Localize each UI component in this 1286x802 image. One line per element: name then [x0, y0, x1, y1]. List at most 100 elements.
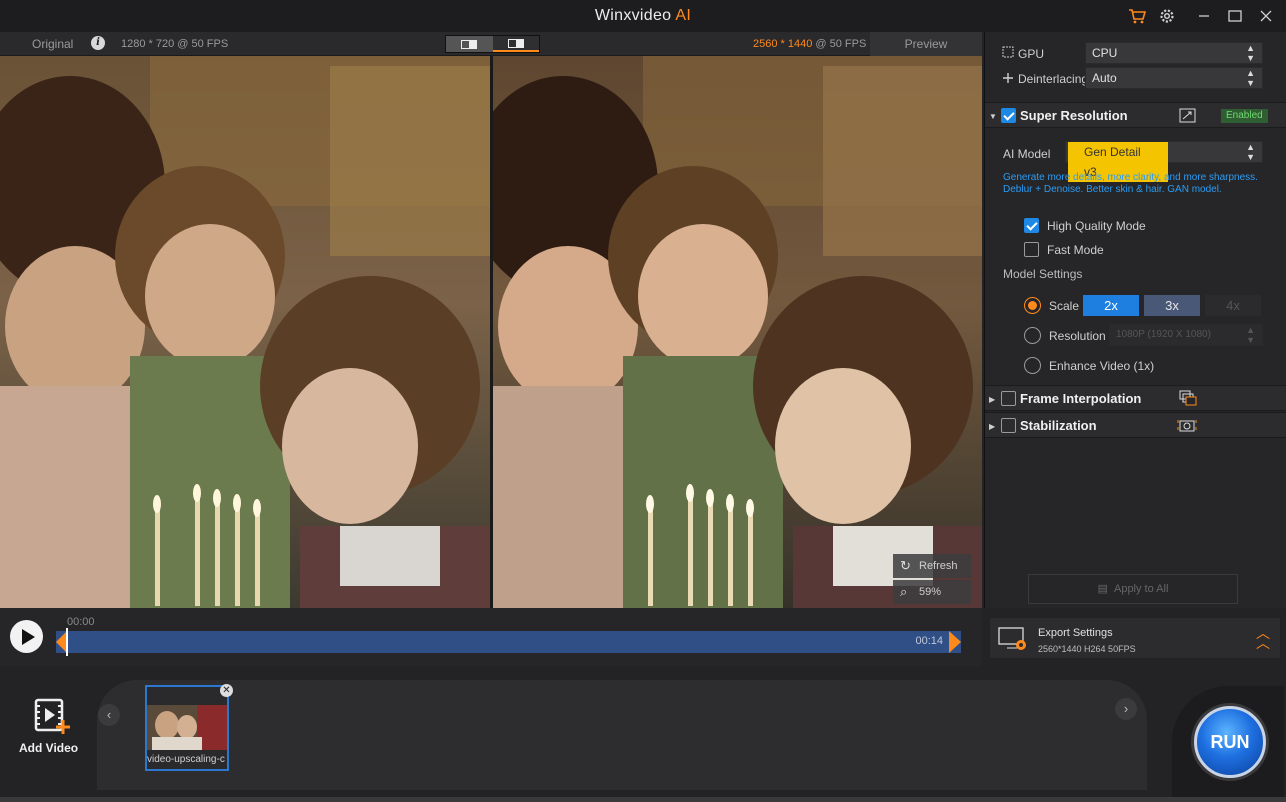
split-view-button[interactable] — [446, 36, 493, 52]
deinterlacing-label: Deinterlacing — [1018, 72, 1089, 86]
enhance-label: Enhance Video (1x) — [1049, 359, 1155, 373]
playhead[interactable] — [66, 628, 68, 656]
end-time: 00:14 — [915, 635, 943, 647]
run-button[interactable]: RUN — [1194, 706, 1266, 778]
gear-icon[interactable] — [1157, 6, 1177, 26]
gpu-value: CPU — [1092, 46, 1118, 60]
apply-to-all-label: Apply to All — [1113, 583, 1169, 595]
frame-interpolation-checkbox[interactable] — [1001, 391, 1016, 406]
add-video-label: Add Video — [19, 741, 79, 755]
output-resolution: 2560 * 1440 — [753, 38, 813, 50]
trim-end-handle[interactable] — [949, 631, 961, 653]
scale-label: Scale — [1049, 299, 1080, 313]
prev-arrow-icon[interactable]: ‹ — [98, 704, 120, 726]
app-window: Winxvideo AI Original i 1280 * 720 @ 50 F… — [0, 0, 1286, 802]
stabilization-header[interactable]: ▶ Stabilization — [985, 412, 1286, 438]
scale-radio[interactable] — [1024, 297, 1041, 314]
app-suffix: AI — [675, 7, 692, 24]
maximize-icon[interactable] — [1225, 6, 1245, 26]
zoom-icon: ⌕ — [900, 584, 908, 599]
high-quality-label: High Quality Mode — [1047, 219, 1146, 233]
fast-mode-label: Fast Mode — [1047, 243, 1104, 257]
info-icon[interactable]: i — [91, 36, 105, 50]
play-button[interactable] — [10, 620, 43, 653]
timeline-track[interactable]: 00:14 — [56, 631, 961, 653]
video-thumbnail[interactable]: video-upscaling-c — [145, 685, 229, 771]
updown-icon: ▲ ▼ — [1246, 68, 1255, 88]
side-by-side-button[interactable] — [492, 36, 539, 52]
split-view-icon — [461, 39, 478, 49]
refresh-label: Refresh — [919, 560, 958, 572]
frame-interpolation-title: Frame Interpolation — [1020, 391, 1142, 406]
resolution-radio[interactable] — [1024, 327, 1041, 344]
frames-icon — [1179, 390, 1197, 409]
original-label: Original — [32, 37, 74, 51]
thumbnail-filename: video-upscaling-c — [147, 754, 225, 765]
preview-video-frame — [493, 56, 982, 608]
file-strip-area: Add Video ‹ › video-upscaling-c ✕ RUN — [0, 666, 1286, 802]
updown-icon: ▲ ▼ — [1246, 142, 1255, 162]
minimize-icon[interactable] — [1194, 6, 1214, 26]
preview-tab[interactable]: Preview — [870, 32, 982, 56]
bottom-edge — [0, 797, 1286, 802]
add-video-button[interactable] — [18, 696, 78, 739]
scale-4x-button[interactable]: 4x — [1205, 295, 1261, 316]
super-resolution-checkbox[interactable] — [1001, 108, 1016, 123]
scale-2x-button[interactable]: 2x — [1083, 295, 1139, 316]
start-time: 00:00 — [67, 616, 95, 628]
expand-triangle-icon[interactable]: ▶ — [989, 395, 995, 404]
title-bar: Winxvideo AI — [0, 0, 1286, 32]
output-fps: @ 50 FPS — [812, 38, 867, 50]
file-strip — [97, 680, 1147, 790]
export-settings[interactable]: Export Settings 2560*1440 H264 50FPS ︿ ︿ — [989, 617, 1281, 659]
next-arrow-icon[interactable]: › — [1115, 698, 1137, 720]
original-info: 1280 * 720 @ 50 FPS — [121, 38, 229, 50]
expand-up-icon[interactable]: ︿ ︿ — [1256, 626, 1270, 650]
zoom-label: 59% — [919, 586, 942, 598]
enabled-badge: Enabled — [1221, 109, 1268, 123]
frame-interpolation-header[interactable]: ▶ Frame Interpolation — [985, 385, 1286, 411]
cart-icon[interactable] — [1127, 6, 1147, 26]
resolution-value: 1080P (1920 X 1080) — [1116, 329, 1211, 340]
refresh-button[interactable]: ↻ Refresh — [893, 554, 971, 578]
remove-video-icon[interactable]: ✕ — [220, 684, 233, 697]
view-mode-toggle[interactable] — [445, 35, 540, 53]
thumbnail-image — [147, 705, 227, 750]
stabilization-checkbox[interactable] — [1001, 418, 1016, 433]
expand-triangle-icon[interactable]: ▶ — [989, 422, 995, 431]
app-title: Winxvideo AI — [0, 7, 1286, 25]
stabilization-title: Stabilization — [1020, 418, 1097, 433]
high-quality-checkbox[interactable] — [1024, 218, 1039, 233]
app-name: Winxvideo — [594, 7, 672, 24]
side-by-side-icon — [507, 38, 524, 48]
fast-mode-checkbox[interactable] — [1024, 242, 1039, 257]
zoom-button[interactable]: ⌕ 59% — [893, 580, 971, 604]
super-resolution-title: Super Resolution — [1020, 108, 1128, 123]
gpu-label: GPU — [1018, 47, 1045, 61]
deinterlacing-select[interactable]: Auto ▲ ▼ — [1085, 67, 1263, 89]
ai-model-label: AI Model — [1003, 147, 1051, 161]
preview-header: Original i 1280 * 720 @ 50 FPS 2560 * 14… — [0, 32, 982, 56]
export-title: Export Settings — [1038, 627, 1113, 639]
collapse-triangle-icon[interactable]: ▼ — [989, 112, 997, 121]
gpu-select[interactable]: CPU ▲ ▼ — [1085, 42, 1263, 64]
enhance-radio[interactable] — [1024, 357, 1041, 374]
timeline: 00:00 00:14 — [0, 608, 982, 666]
resolution-select[interactable]: 1080P (1920 X 1080) ▲ ▼ — [1109, 324, 1263, 346]
original-video-frame — [0, 56, 490, 608]
apply-to-all-button[interactable]: ▤ Apply to All — [1028, 574, 1238, 604]
scale-3x-button[interactable]: 3x — [1144, 295, 1200, 316]
export-details: 2560*1440 H264 50FPS — [1038, 644, 1136, 654]
deinterlacing-value: Auto — [1092, 71, 1117, 85]
output-info: 2560 * 1440 @ 50 FPS — [753, 38, 866, 50]
ai-model-select[interactable]: Gen Detail v3 ▲ ▼ — [1065, 141, 1263, 182]
super-resolution-header[interactable]: ▼ Super Resolution Enabled — [985, 102, 1286, 128]
updown-icon: ▲ ▼ — [1246, 325, 1255, 345]
camera-icon — [1177, 418, 1197, 435]
settings-panel: GPU CPU ▲ ▼ Deinterlacing Auto ▲ ▼ ▼ Super… — [984, 32, 1286, 608]
run-area: RUN — [1172, 686, 1284, 802]
resize-icon[interactable] — [1179, 108, 1196, 126]
close-icon[interactable] — [1256, 6, 1276, 26]
model-settings-label: Model Settings — [1003, 267, 1083, 281]
clipboard-icon: ▤ — [1097, 583, 1108, 595]
